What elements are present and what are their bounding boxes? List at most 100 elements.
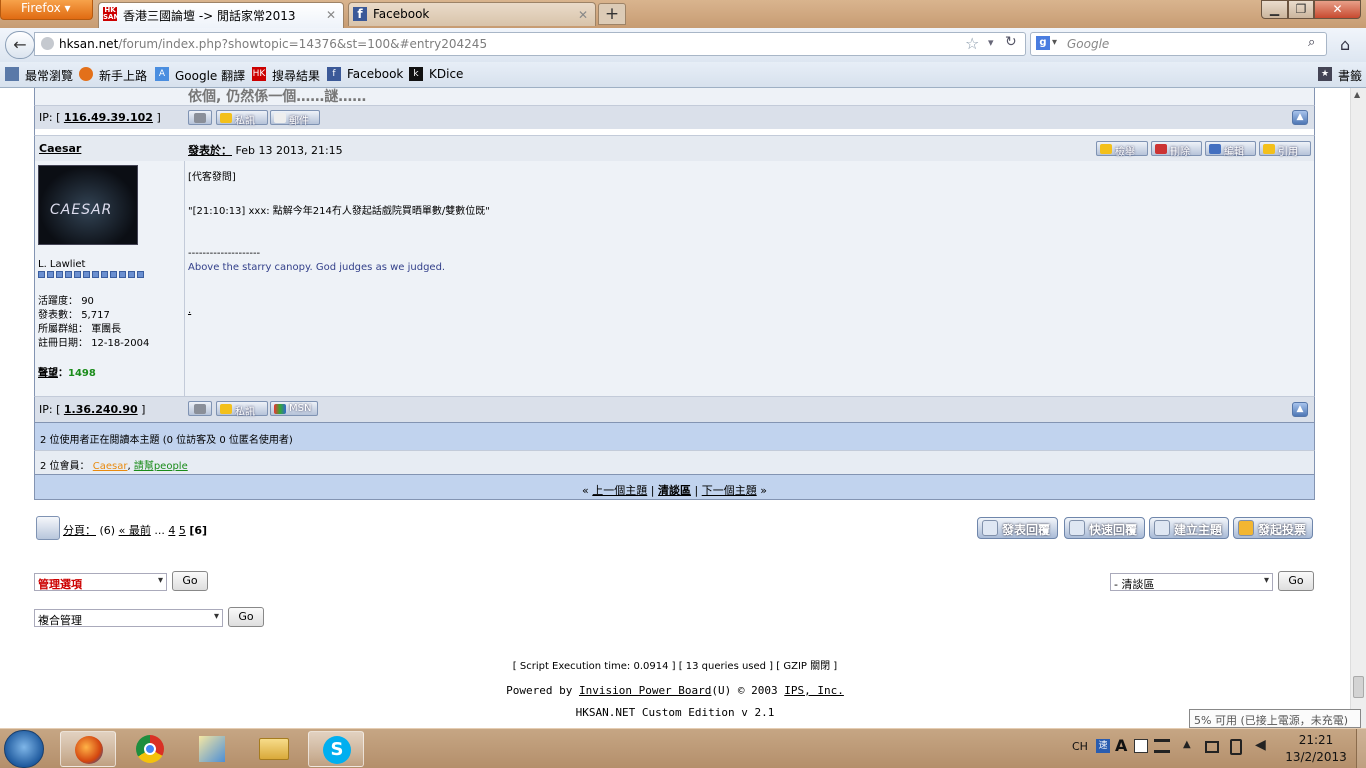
- bookmarks-menu[interactable]: ★ 書籤: [1318, 67, 1362, 84]
- report-button[interactable]: [188, 110, 212, 125]
- bookmarks-toolbar: 最常瀏覽 新手上路 A Google 翻譯 HK 搜尋結果 f Facebook kK…: [0, 62, 1366, 88]
- ipb-link[interactable]: Invision Power Board: [579, 684, 711, 697]
- bookmark-google-translate[interactable]: A Google 翻譯: [155, 67, 245, 84]
- previous-topic-link[interactable]: 上一個主題: [592, 484, 647, 497]
- page-link[interactable]: 5: [179, 524, 186, 537]
- scrollbar-thumb[interactable]: [1353, 676, 1364, 698]
- current-page: [6]: [189, 524, 208, 537]
- engine-dropdown-icon[interactable]: ▾: [1052, 37, 1057, 48]
- multi-mod-select[interactable]: 複合管理: [34, 609, 223, 627]
- clock-time[interactable]: 21:21: [1282, 733, 1350, 747]
- ip-link[interactable]: 1.36.240.90: [64, 403, 138, 416]
- mod-options-select[interactable]: 管理選項: [34, 573, 167, 591]
- taskbar-firefox[interactable]: [60, 731, 116, 767]
- vertical-scrollbar[interactable]: ▲: [1350, 88, 1366, 728]
- new-tab-button[interactable]: +: [598, 3, 626, 25]
- tab-hksan[interactable]: HK SAN 香港三國論壇 -> 閒話家常2013 ✕: [98, 2, 344, 28]
- post-author-link[interactable]: Caesar: [39, 142, 81, 155]
- pages-icon[interactable]: [36, 516, 60, 540]
- site-identity-icon[interactable]: [41, 37, 54, 50]
- quick-reply-button[interactable]: 快速回覆: [1064, 517, 1145, 539]
- pm-button[interactable]: 私訊: [216, 401, 268, 418]
- add-reply-button[interactable]: 發表回覆: [977, 517, 1058, 539]
- maximize-button[interactable]: ❐: [1288, 0, 1314, 19]
- first-page-link[interactable]: « 最前: [119, 524, 151, 537]
- google-engine-icon[interactable]: g: [1036, 36, 1050, 50]
- forum-link[interactable]: 清談區: [658, 484, 691, 497]
- bookmark-kdice[interactable]: k KDice: [409, 67, 463, 81]
- forum-jump-go-button[interactable]: Go: [1278, 571, 1314, 591]
- action-center-icon[interactable]: [1205, 741, 1219, 753]
- history-dropdown-icon[interactable]: ▾: [988, 36, 994, 49]
- mod-go-button[interactable]: Go: [172, 571, 208, 591]
- input-language[interactable]: CH: [1072, 740, 1088, 753]
- start-button[interactable]: [4, 730, 44, 768]
- ip-link[interactable]: 116.49.39.102: [64, 111, 153, 124]
- pagination-label[interactable]: 分頁：: [63, 524, 96, 537]
- quote-post-button[interactable]: 引用: [1259, 141, 1311, 158]
- back-button[interactable]: ←: [5, 31, 35, 59]
- active-users-summary: 2 位使用者正在閱讀本主題 (0 位訪客及 0 位匿名使用者): [40, 435, 293, 446]
- report-post-button[interactable]: 檢舉: [1096, 141, 1148, 158]
- taskbar-paint[interactable]: [184, 731, 240, 767]
- ips-link[interactable]: IPS, Inc.: [784, 684, 844, 697]
- pm-button[interactable]: 私訊: [216, 110, 268, 127]
- tab-facebook[interactable]: f Facebook ✕: [348, 2, 596, 26]
- kdice-icon: k: [409, 67, 423, 81]
- hksan-favicon-icon: HK SAN: [103, 6, 120, 21]
- quote-icon: [1263, 144, 1275, 154]
- ime-icon[interactable]: 速: [1096, 739, 1110, 753]
- search-input[interactable]: Google: [1067, 37, 1109, 51]
- close-tab-icon[interactable]: ✕: [578, 8, 588, 22]
- delete-post-button[interactable]: 刪除: [1151, 141, 1202, 158]
- scroll-top-icon[interactable]: ▲: [1292, 110, 1308, 125]
- show-hidden-icons[interactable]: ▲: [1183, 739, 1191, 750]
- url-bar[interactable]: hksan.net/forum/index.php?showtopic=1437…: [34, 32, 1026, 56]
- msn-button[interactable]: MSN: [270, 401, 318, 416]
- clock-date[interactable]: 13/2/2013: [1280, 750, 1352, 764]
- email-button[interactable]: 郵件: [270, 110, 320, 127]
- new-topic-button[interactable]: 建立主題: [1149, 517, 1229, 539]
- bookmark-most-visited[interactable]: 最常瀏覽: [5, 67, 73, 84]
- active-member-link[interactable]: 請幫people: [134, 461, 188, 472]
- scroll-top-icon[interactable]: ▲: [1292, 402, 1308, 417]
- paint-icon: [199, 736, 225, 762]
- volume-icon[interactable]: ◀: [1255, 737, 1266, 753]
- bookmark-search-results[interactable]: HK 搜尋結果: [252, 67, 320, 84]
- taskbar-explorer[interactable]: [246, 731, 302, 767]
- close-tab-icon[interactable]: ✕: [326, 8, 336, 22]
- new-poll-button[interactable]: 發起投票: [1233, 517, 1313, 539]
- signature-link[interactable]: .: [188, 305, 191, 316]
- ime-menu-icon[interactable]: [1154, 739, 1170, 753]
- quick-reply-icon: [1069, 520, 1085, 536]
- minimize-button[interactable]: ▁: [1261, 0, 1288, 19]
- close-window-button[interactable]: ✕: [1314, 0, 1361, 19]
- active-users-header: 2 位使用者正在閱讀本主題 (0 位訪客及 0 位匿名使用者): [34, 422, 1315, 450]
- multi-mod-go-button[interactable]: Go: [228, 607, 264, 627]
- ime-fullwidth-icon[interactable]: [1134, 739, 1148, 753]
- scroll-up-icon[interactable]: ▲: [1354, 90, 1360, 99]
- search-bar[interactable]: g ▾ Google ⌕: [1030, 32, 1327, 56]
- reputation-link[interactable]: 聲望: [38, 368, 58, 379]
- search-icon[interactable]: ⌕: [1308, 35, 1315, 50]
- taskbar-skype[interactable]: S: [308, 731, 364, 767]
- bookmark-star-icon[interactable]: ☆: [965, 34, 979, 53]
- active-member-link[interactable]: Caesar: [93, 461, 128, 472]
- taskbar-chrome[interactable]: [122, 731, 178, 767]
- home-icon[interactable]: ⌂: [1340, 35, 1350, 54]
- bookmark-facebook[interactable]: f Facebook: [327, 67, 403, 81]
- tab-label: Facebook: [373, 7, 430, 21]
- next-topic-link[interactable]: 下一個主題: [702, 484, 757, 497]
- bookmark-getting-started[interactable]: 新手上路: [79, 67, 147, 84]
- battery-icon[interactable]: [1230, 739, 1242, 755]
- edit-post-button[interactable]: 編輯: [1205, 141, 1256, 158]
- page-link[interactable]: 4: [168, 524, 175, 537]
- firefox-menu-button[interactable]: Firefox ▾: [0, 0, 93, 20]
- show-desktop-button[interactable]: [1356, 729, 1366, 768]
- navigation-bar: hksan.net/forum/index.php?showtopic=1437…: [0, 28, 1366, 62]
- report-button[interactable]: [188, 401, 212, 416]
- ime-font-icon[interactable]: A: [1115, 736, 1127, 755]
- forum-jump-select[interactable]: - 清談區: [1110, 573, 1273, 591]
- post-permalink[interactable]: 發表於：: [188, 144, 232, 157]
- reload-icon[interactable]: ↻: [1005, 34, 1017, 50]
